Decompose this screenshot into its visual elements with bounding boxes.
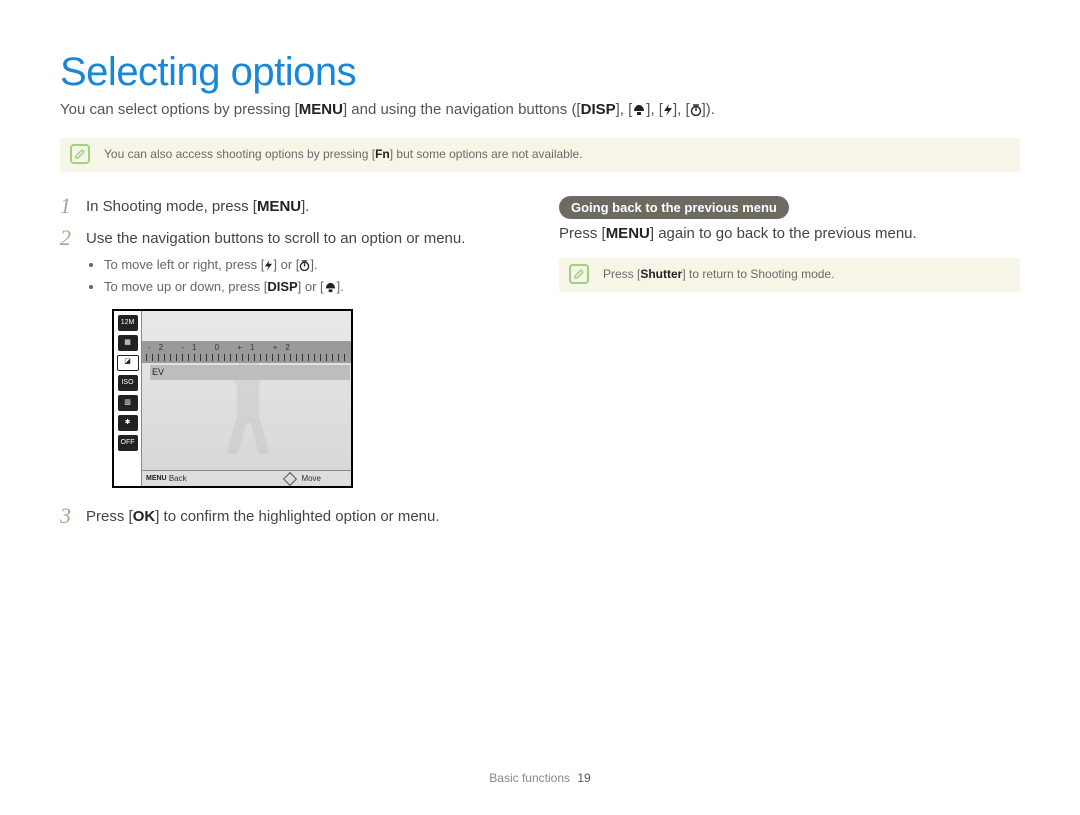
step-3: Press [OK] to confirm the highlighted op… — [60, 506, 521, 528]
footer-page-number: 19 — [577, 771, 590, 785]
b2-mid: ] or [ — [298, 279, 324, 294]
fn-note-before: You can also access shooting options by … — [104, 147, 375, 161]
shutter-key: Shutter — [640, 266, 682, 282]
lcd-menu-key: MENU — [146, 474, 167, 484]
note-icon — [70, 144, 90, 164]
fn-note-after: ] but some options are not available. — [390, 147, 583, 161]
sidebar-heading: Going back to the previous menu — [559, 196, 789, 219]
shutter-note-after: ] to return to Shooting mode. — [682, 267, 834, 281]
intro-before: You can select options by pressing [ — [60, 101, 299, 118]
step-3-before: Press [ — [86, 508, 133, 525]
lcd-sidebar: 12M ▦ ◪ ISO ▥ ✱ OFF — [114, 311, 142, 486]
macro-icon — [632, 103, 646, 120]
lcd-bottom-bar: MENU Back Move — [142, 470, 351, 486]
page-footer: Basic functions 19 — [0, 771, 1080, 785]
right-paragraph: Press [MENU] again to go back to the pre… — [559, 225, 1020, 242]
timer-icon — [299, 258, 310, 277]
b1-mid: ] or [ — [273, 257, 299, 272]
step-2: Use the navigation buttons to scroll to … — [60, 228, 521, 488]
shutter-note: Press [Shutter] to return to Shooting mo… — [559, 258, 1020, 292]
step-2-text: Use the navigation buttons to scroll to … — [86, 230, 465, 247]
page-title: Selecting options — [60, 50, 1020, 95]
lcd-ev-label: EV — [150, 365, 350, 380]
step-1-before: In Shooting mode, press [ — [86, 198, 257, 215]
lcd-icon-focus: ✱ — [118, 415, 138, 431]
lcd-icon-iso: ISO — [118, 375, 138, 391]
step-1-menu: MENU — [257, 196, 301, 218]
lcd-ev-bar: -2 -1 0 +1 +2 — [142, 341, 351, 363]
shutter-note-before: Press [ — [603, 267, 640, 281]
lcd-icon-ev: ◪ — [117, 355, 139, 371]
fn-note: You can also access shooting options by … — [60, 138, 1020, 172]
lcd-icon-size: 12M — [118, 315, 138, 331]
menu-key: MENU — [299, 101, 343, 118]
b2-after: ]. — [337, 279, 344, 294]
ok-key: OK — [133, 506, 156, 528]
footer-section: Basic functions — [489, 771, 570, 785]
menu-key: MENU — [606, 225, 650, 242]
b2-before: To move up or down, press [ — [104, 279, 267, 294]
lcd-back-label: Back — [169, 473, 187, 485]
lcd-move-label: Move — [301, 473, 321, 485]
disp-key: DISP — [581, 101, 616, 118]
step-3-after: ] to confirm the highlighted option or m… — [155, 508, 439, 525]
macro-icon — [324, 280, 337, 299]
step-1-after: ]. — [301, 198, 309, 215]
intro-after: ]). — [702, 101, 715, 118]
intro-sep2: ], [ — [646, 101, 663, 118]
lcd-icon-wb: ▥ — [118, 395, 138, 411]
right-p-before: Press [ — [559, 225, 606, 242]
right-p-after: ] again to go back to the previous menu. — [650, 225, 917, 242]
camera-lcd: 12M ▦ ◪ ISO ▥ ✱ OFF -2 -1 0 — [112, 309, 353, 488]
intro-sep3: ], [ — [673, 101, 690, 118]
note-icon — [569, 264, 589, 284]
step-2-bullet-2: To move up or down, press [DISP] or []. — [104, 278, 521, 299]
intro-sep1: ], [ — [616, 101, 633, 118]
b1-after: ]. — [310, 257, 317, 272]
b1-before: To move left or right, press [ — [104, 257, 264, 272]
intro-text: You can select options by pressing [MENU… — [60, 101, 1020, 120]
timer-icon — [690, 103, 702, 120]
intro-mid: ] and using the navigation buttons ([ — [343, 101, 581, 118]
lcd-icon-quality: ▦ — [118, 335, 138, 351]
lcd-icon-off: OFF — [118, 435, 138, 451]
flash-icon — [663, 103, 673, 120]
nav-diamond-icon — [283, 472, 297, 486]
disp-key: DISP — [267, 278, 297, 297]
lcd-ev-ticks — [146, 354, 347, 361]
fn-key: Fn — [375, 146, 390, 162]
step-1: In Shooting mode, press [MENU]. — [60, 196, 521, 218]
lcd-ev-scale: -2 -1 0 +1 +2 — [148, 342, 347, 354]
step-2-bullet-1: To move left or right, press [ ] or []. — [104, 256, 521, 277]
